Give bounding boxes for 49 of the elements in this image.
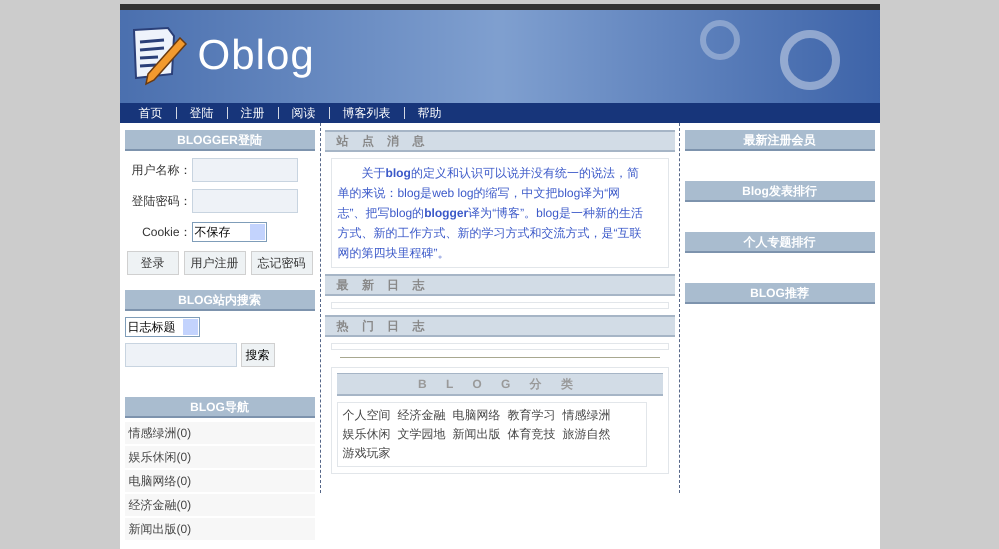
password-field[interactable] xyxy=(192,189,298,213)
category-link[interactable]: 娱乐休闲 xyxy=(342,425,390,444)
category-link[interactable]: 旅游自然 xyxy=(562,425,610,444)
search-button[interactable]: 搜索 xyxy=(240,343,274,367)
category-link[interactable]: 经济金融(0) xyxy=(124,494,314,516)
section-header: BLOG站内搜索 xyxy=(124,290,314,311)
category-link[interactable]: 情感绿洲 xyxy=(562,406,610,425)
cookie-select[interactable]: 不保存 xyxy=(192,222,266,242)
category-link[interactable]: 娱乐休闲(0) xyxy=(124,446,314,468)
field-label: 登陆密码： xyxy=(130,193,192,210)
nav-link[interactable]: 阅读 xyxy=(278,107,328,119)
site-notice: 关于blog的定义和认识可以说并没有统一的说法，简单的来说：blog是web log的缩写，中文把blog译为“网志”、把写blog的blogger译为“博客”。blog是一种新的生活方式、新的工作方式、新的学习方式和交流方式，是“互联网的第四块里程碑”。 xyxy=(338,165,644,262)
category-link[interactable]: 新闻出版 xyxy=(452,425,500,444)
category-link[interactable]: 体育竞技 xyxy=(508,425,556,444)
search-type-select[interactable]: 日志标题 xyxy=(124,317,200,337)
section-header: Blog发表排行 xyxy=(684,181,874,202)
section-header: BLOGGER登陆 xyxy=(124,130,314,151)
section-header: 热 门 日 志 xyxy=(324,315,674,337)
section-header: BLOG导航 xyxy=(124,397,314,418)
nav-link[interactable]: 博客列表 xyxy=(328,107,404,119)
category-link[interactable]: 游戏玩家 xyxy=(342,444,390,463)
section-header: 个人专题排行 xyxy=(684,232,874,253)
site-logo: Oblog xyxy=(198,34,315,76)
category-link[interactable]: 电脑网络 xyxy=(452,406,500,425)
form-button[interactable]: 忘记密码 xyxy=(250,251,312,275)
form-button[interactable]: 登录 xyxy=(126,251,178,275)
section-header: 站 点 消 息 xyxy=(324,130,674,152)
category-link[interactable]: 情感绿洲(0) xyxy=(124,422,314,444)
field-label: Cookie： xyxy=(141,224,192,241)
search-field[interactable] xyxy=(124,343,236,367)
section-header: 最新注册会员 xyxy=(684,130,874,151)
nav-link[interactable]: 帮助 xyxy=(404,107,454,119)
category-link[interactable]: 新闻出版(0) xyxy=(124,518,314,540)
category-link[interactable]: 电脑网络(0) xyxy=(124,470,314,492)
section-header: BLOG推荐 xyxy=(684,283,874,304)
category-link[interactable]: 个人空间 xyxy=(342,406,390,425)
field-label: 用户名称： xyxy=(130,162,192,179)
category-link[interactable]: 经济金融 xyxy=(398,406,446,425)
section-header: 最 新 日 志 xyxy=(324,274,674,296)
category-link[interactable]: 文学园地 xyxy=(398,425,446,444)
nav-link[interactable]: 注册 xyxy=(226,107,278,119)
form-button[interactable]: 用户注册 xyxy=(184,251,246,275)
category-link[interactable]: 教育学习 xyxy=(508,406,556,425)
ring-decoration xyxy=(780,30,840,90)
nav-link[interactable]: 登陆 xyxy=(176,107,226,119)
username-field[interactable] xyxy=(192,158,298,182)
nav-link[interactable]: 首页 xyxy=(126,107,176,119)
ring-decoration xyxy=(700,20,740,60)
section-header: B L O G 分 类 xyxy=(336,373,662,396)
